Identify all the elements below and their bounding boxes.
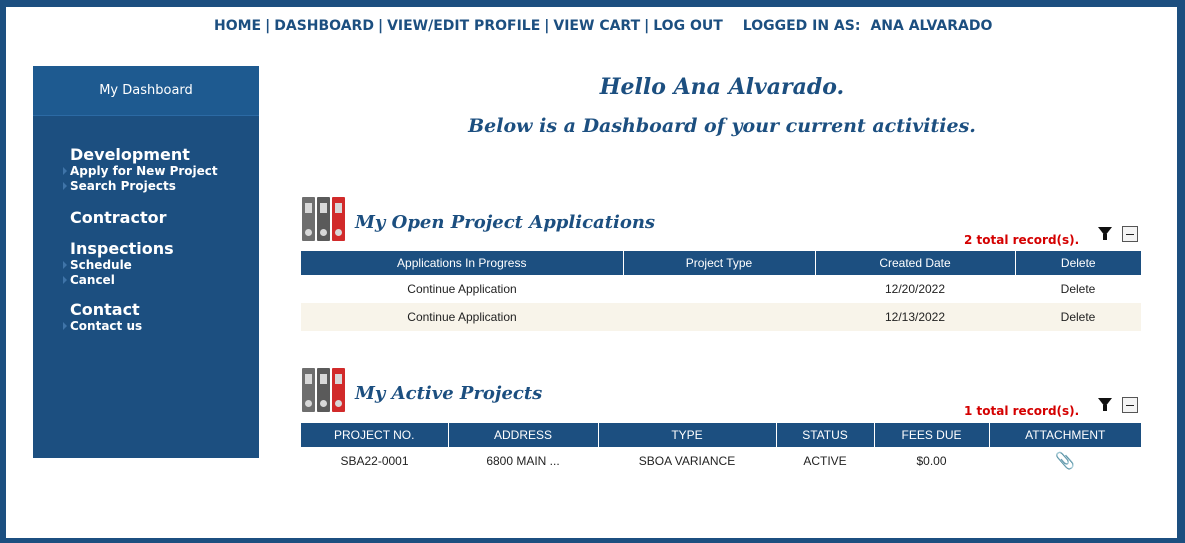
nav-dashboard-link[interactable]: DASHBOARD	[274, 18, 374, 34]
arrow-right-icon	[63, 182, 67, 190]
sidebar-link-label: Cancel	[70, 273, 115, 287]
sidebar-link-contact-us[interactable]: Contact us	[63, 319, 259, 334]
nav-logout-link[interactable]: LOG OUT	[653, 18, 723, 34]
column-header[interactable]: ATTACHMENT	[989, 423, 1141, 447]
logged-in-username: ANA ALVARADO	[870, 18, 993, 34]
sidebar-link-label: Contact us	[70, 319, 143, 333]
column-header[interactable]: STATUS	[776, 423, 875, 447]
delete-link[interactable]: Delete	[1015, 275, 1141, 303]
column-header[interactable]: TYPE	[598, 423, 777, 447]
sidebar-link-cancel[interactable]: Cancel	[63, 273, 259, 288]
collapse-button[interactable]	[1122, 226, 1138, 242]
created-date-cell: 12/13/2022	[815, 303, 1015, 331]
sidebar-header[interactable]: My Dashboard	[33, 66, 259, 116]
sidebar-link-search-projects[interactable]: Search Projects	[63, 179, 259, 194]
sidebar-title-contractor[interactable]: Contractor	[70, 208, 259, 227]
nav-separator: |	[644, 18, 650, 34]
column-header[interactable]: Delete	[1015, 251, 1141, 275]
table-row: Continue Application 12/20/2022 Delete	[301, 275, 1141, 303]
continue-application-link[interactable]: Continue Application	[301, 275, 623, 303]
sidebar-link-schedule[interactable]: Schedule	[63, 258, 259, 273]
open-applications-title: My Open Project Applications	[355, 212, 656, 233]
table-header-row: PROJECT NO. ADDRESS TYPE STATUS FEES DUE…	[301, 423, 1141, 447]
table-row: Continue Application 12/13/2022 Delete	[301, 303, 1141, 331]
nav-separator: |	[265, 18, 271, 34]
nav-profile-link[interactable]: VIEW/EDIT PROFILE	[387, 18, 540, 34]
paperclip-icon[interactable]: 📎	[1055, 453, 1075, 470]
open-applications-record-count: 2 total record(s).	[964, 233, 1080, 247]
arrow-right-icon	[63, 276, 67, 284]
filter-icon[interactable]	[1098, 398, 1112, 411]
column-header[interactable]: Applications In Progress	[301, 251, 624, 275]
sidebar-link-label: Schedule	[70, 258, 132, 272]
collapse-button[interactable]	[1122, 397, 1138, 413]
binders-icon	[302, 197, 346, 241]
sidebar-link-label: Apply for New Project	[70, 164, 218, 178]
status-cell: ACTIVE	[803, 454, 847, 468]
nav-home-link[interactable]: HOME	[214, 18, 261, 34]
sidebar: My Dashboard Development Apply for New P…	[33, 66, 259, 458]
table-row: SBA22-0001 6800 MAIN ... SBOA VARIANCE A…	[301, 447, 1141, 475]
sidebar-link-apply-new-project[interactable]: Apply for New Project	[63, 164, 259, 179]
address-cell: 6800 MAIN ...	[486, 454, 560, 468]
sidebar-group-development: Development Apply for New Project Search…	[63, 145, 259, 194]
greeting-heading: Hello Ana Alvarado.	[599, 74, 845, 100]
nav-separator: |	[544, 18, 550, 34]
column-header[interactable]: PROJECT NO.	[301, 423, 449, 447]
type-cell: SBOA VARIANCE	[638, 454, 736, 468]
arrow-right-icon	[63, 322, 67, 330]
project-type-cell	[623, 303, 815, 331]
filter-icon[interactable]	[1098, 227, 1112, 240]
sidebar-group-contact: Contact Contact us	[63, 300, 259, 334]
open-applications-table: Applications In Progress Project Type Cr…	[301, 251, 1141, 331]
column-header[interactable]: Project Type	[623, 251, 816, 275]
arrow-right-icon	[63, 261, 67, 269]
sidebar-link-label: Search Projects	[70, 179, 176, 193]
nav-separator: |	[377, 18, 384, 34]
delete-link[interactable]: Delete	[1015, 303, 1141, 331]
fees-due-cell: $0.00	[916, 454, 947, 468]
attachment-cell: 📎	[989, 447, 1141, 475]
nav-cart-link[interactable]: VIEW CART	[553, 18, 640, 34]
column-header[interactable]: ADDRESS	[448, 423, 599, 447]
table-header-row: Applications In Progress Project Type Cr…	[301, 251, 1141, 275]
arrow-right-icon	[63, 167, 67, 175]
created-date-cell: 12/20/2022	[884, 282, 946, 296]
column-header[interactable]: Created Date	[815, 251, 1016, 275]
column-header[interactable]: FEES DUE	[874, 423, 990, 447]
binders-icon	[302, 368, 346, 412]
sidebar-title-inspections[interactable]: Inspections	[70, 239, 259, 258]
greeting-subtitle: Below is a Dashboard of your current act…	[468, 115, 976, 137]
continue-application-link[interactable]: Continue Application	[301, 303, 623, 331]
sidebar-group-inspections: Inspections Schedule Cancel	[63, 239, 259, 288]
sidebar-title-development[interactable]: Development	[70, 145, 259, 164]
logged-in-label: LOGGED IN AS:	[742, 18, 861, 34]
project-number-cell[interactable]: SBA22-0001	[301, 447, 448, 475]
sidebar-group-contractor: Contractor	[70, 208, 259, 227]
active-projects-title: My Active Projects	[355, 383, 543, 404]
active-projects-table: PROJECT NO. ADDRESS TYPE STATUS FEES DUE…	[301, 423, 1141, 475]
sidebar-title-contact[interactable]: Contact	[70, 300, 259, 319]
active-projects-record-count: 1 total record(s).	[964, 404, 1080, 418]
project-type-cell	[623, 275, 815, 303]
